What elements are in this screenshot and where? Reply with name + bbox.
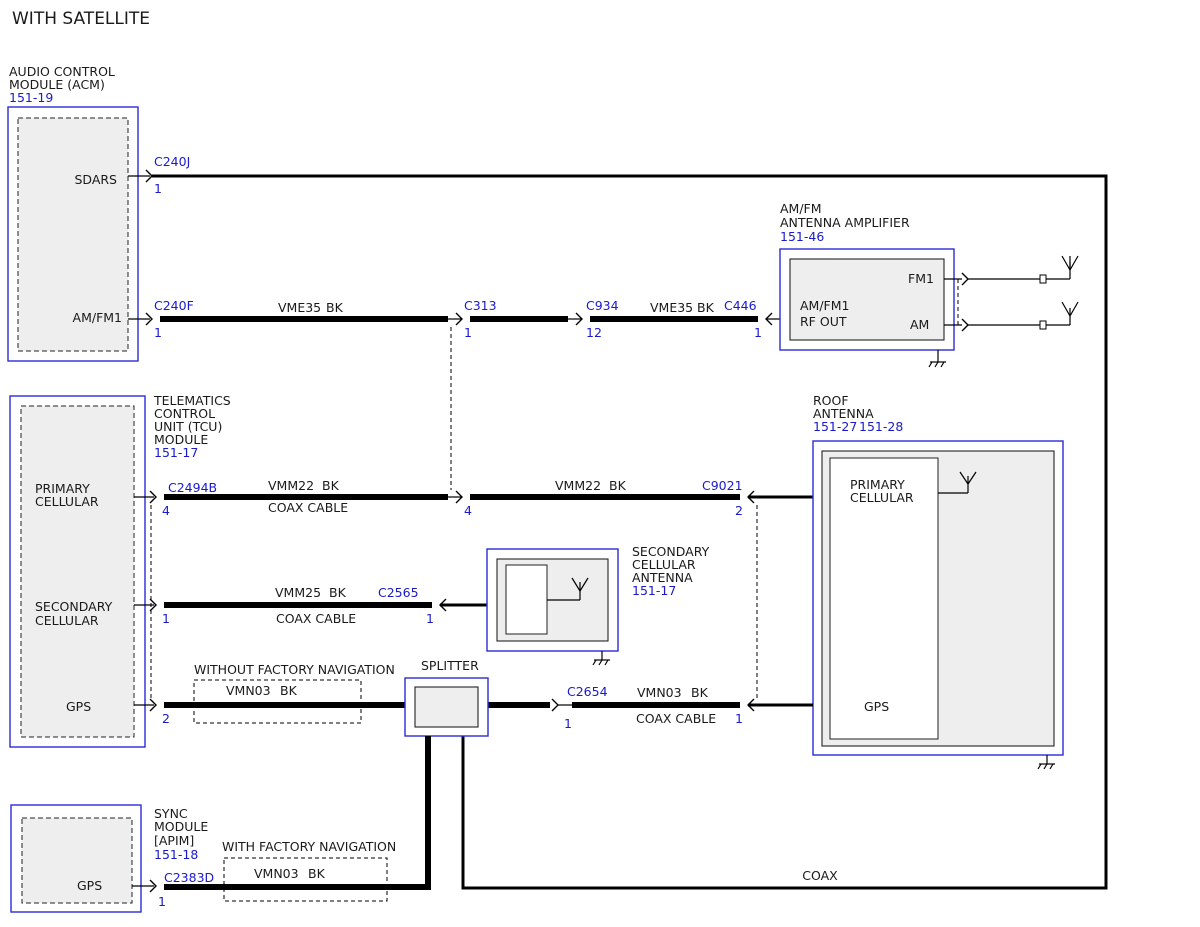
vmm22-2-color: BK xyxy=(609,478,627,493)
sync-ref: 151-18 xyxy=(154,847,198,862)
vmn03-2-circuit: VMN03 xyxy=(637,685,682,700)
c240j-label: C240J xyxy=(154,154,190,169)
vmm25-color: BK xyxy=(329,585,347,600)
secondary-antenna-ref: 151-17 xyxy=(632,583,676,598)
vmn03-1-color: BK xyxy=(280,683,298,698)
ground-icon xyxy=(928,350,946,368)
amp-name-line2: ANTENNA AMPLIFIER xyxy=(780,215,910,230)
vmn03-3-circuit: VMN03 xyxy=(254,866,299,881)
vmn03-1-circuit: VMN03 xyxy=(226,683,271,698)
primary-cellular-circuit: C2494B 4 VMM22 BK COAX CABLE 4 VMM22 BK … xyxy=(134,478,830,518)
c2565-label: C2565 xyxy=(378,585,419,600)
am-antenna-icon xyxy=(1061,301,1079,325)
c313-label: C313 xyxy=(464,298,497,313)
vmm22-2-circuit: VMM22 xyxy=(555,478,601,493)
c9021-pin: 2 xyxy=(735,503,743,518)
with-nav-dashed-box xyxy=(223,857,388,902)
c9021-label: C9021 xyxy=(702,478,743,493)
tcu-pin-secondary-1: SECONDARY xyxy=(35,599,113,614)
roof-antenna: ROOF ANTENNA 151-27 151-28 PRIMARY CELLU… xyxy=(812,393,1064,770)
sync-module: SYNC MODULE [APIM] 151-18 GPS C2383D 1 W… xyxy=(10,804,396,913)
wiring-diagram: WITH SATELLITE AUDIO CONTROL MODULE (ACM… xyxy=(7,9,1108,913)
acm-ref: 151-19 xyxy=(9,90,53,105)
secondary-cellular-antenna: SECONDARY CELLULAR ANTENNA 151-17 xyxy=(486,544,710,666)
acm-module: AUDIO CONTROL MODULE (ACM) 151-19 SDARS … xyxy=(7,64,139,362)
amfm-antenna-amplifier: AM/FM ANTENNA AMPLIFIER 151-46 AM/FM1 RF… xyxy=(779,201,1079,368)
amp-ref: 151-46 xyxy=(780,229,824,244)
vme35-1-color: BK xyxy=(326,300,344,315)
roof-pin-primary-2: CELLULAR xyxy=(850,490,914,505)
vmm22-1-note: COAX CABLE xyxy=(268,500,348,515)
c2494b-pin-right: 4 xyxy=(464,503,472,518)
fm-antenna-icon xyxy=(1061,255,1079,279)
sync-name-line3: [APIM] xyxy=(154,833,194,848)
vmn03-2-color: BK xyxy=(691,685,709,700)
c2654-connector-symbol xyxy=(551,698,559,712)
vmm25-circuit: VMM25 xyxy=(275,585,321,600)
c934-pin: 12 xyxy=(586,325,602,340)
vme35-1-circuit: VME35 xyxy=(278,300,321,315)
vmn03-3-color: BK xyxy=(308,866,326,881)
c446-label: C446 xyxy=(724,298,757,313)
c2654-pin: 1 xyxy=(564,716,572,731)
coax-label: COAX xyxy=(802,868,838,883)
without-nav-dashed-box xyxy=(193,679,362,724)
vmn03-2-note: COAX CABLE xyxy=(636,711,716,726)
roof-gps-pin: 1 xyxy=(735,711,743,726)
tcu-ref: 151-17 xyxy=(154,445,198,460)
acm-pin-sdars: SDARS xyxy=(74,172,117,187)
roof-pin-gps: GPS xyxy=(864,699,889,714)
ground-icon xyxy=(592,651,610,666)
vmm22-1-circuit: VMM22 xyxy=(268,478,314,493)
c240j-pin: 1 xyxy=(154,181,162,196)
c934-label: C934 xyxy=(586,298,619,313)
roof-ref2: 151-28 xyxy=(859,419,903,434)
c2654-label: C2654 xyxy=(567,684,608,699)
vme35-2-color: BK xyxy=(697,300,715,315)
secondary-cellular-circuit: 1 VMM25 BK COAX CABLE C2565 1 xyxy=(134,585,506,626)
tcu-gps-pin: 2 xyxy=(162,711,170,726)
vme35-2-circuit: VME35 xyxy=(650,300,693,315)
c2494b-label: C2494B xyxy=(168,480,217,495)
c2565-pin: 1 xyxy=(426,611,434,626)
tcu-secondary-pin: 1 xyxy=(162,611,170,626)
sync-pin-gps: GPS xyxy=(77,878,102,893)
vmm25-note: COAX CABLE xyxy=(276,611,356,626)
with-nav-label: WITH FACTORY NAVIGATION xyxy=(222,839,396,854)
roof-ref1: 151-27 xyxy=(813,419,857,434)
c446-pin: 1 xyxy=(754,325,762,340)
sync-name-line2: MODULE xyxy=(154,819,208,834)
c313-pin: 1 xyxy=(464,325,472,340)
page-title: WITH SATELLITE xyxy=(12,9,150,29)
splitter-label: SPLITTER xyxy=(421,658,479,673)
amp-pin-rf-line1: AM/FM1 xyxy=(800,298,849,313)
amp-name-line1: AM/FM xyxy=(780,201,822,216)
c2494b-pin: 4 xyxy=(162,503,170,518)
amp-pin-rf-line2: RF OUT xyxy=(800,314,847,329)
c2383d-pin: 1 xyxy=(158,894,166,909)
c2383d-label: C2383D xyxy=(164,870,214,885)
acm-pin-amfm1: AM/FM1 xyxy=(73,310,122,325)
amp-pin-fm1: FM1 xyxy=(908,271,934,286)
amp-pin-am: AM xyxy=(910,317,929,332)
tcu-pin-gps: GPS xyxy=(66,699,91,714)
tcu-pin-primary-2: CELLULAR xyxy=(35,494,99,509)
vmm22-1-color: BK xyxy=(322,478,340,493)
c240f-label: C240F xyxy=(154,298,194,313)
c240f-pin: 1 xyxy=(154,325,162,340)
without-nav-label: WITHOUT FACTORY NAVIGATION xyxy=(194,662,395,677)
amfm-circuit: C240F 1 VME35 BK C313 1 C934 12 VME35 BK… xyxy=(128,298,790,340)
ground-icon xyxy=(1037,755,1055,770)
tcu-module: TELEMATICS CONTROL UNIT (TCU) MODULE 151… xyxy=(9,393,231,748)
tcu-pin-secondary-2: CELLULAR xyxy=(35,613,99,628)
